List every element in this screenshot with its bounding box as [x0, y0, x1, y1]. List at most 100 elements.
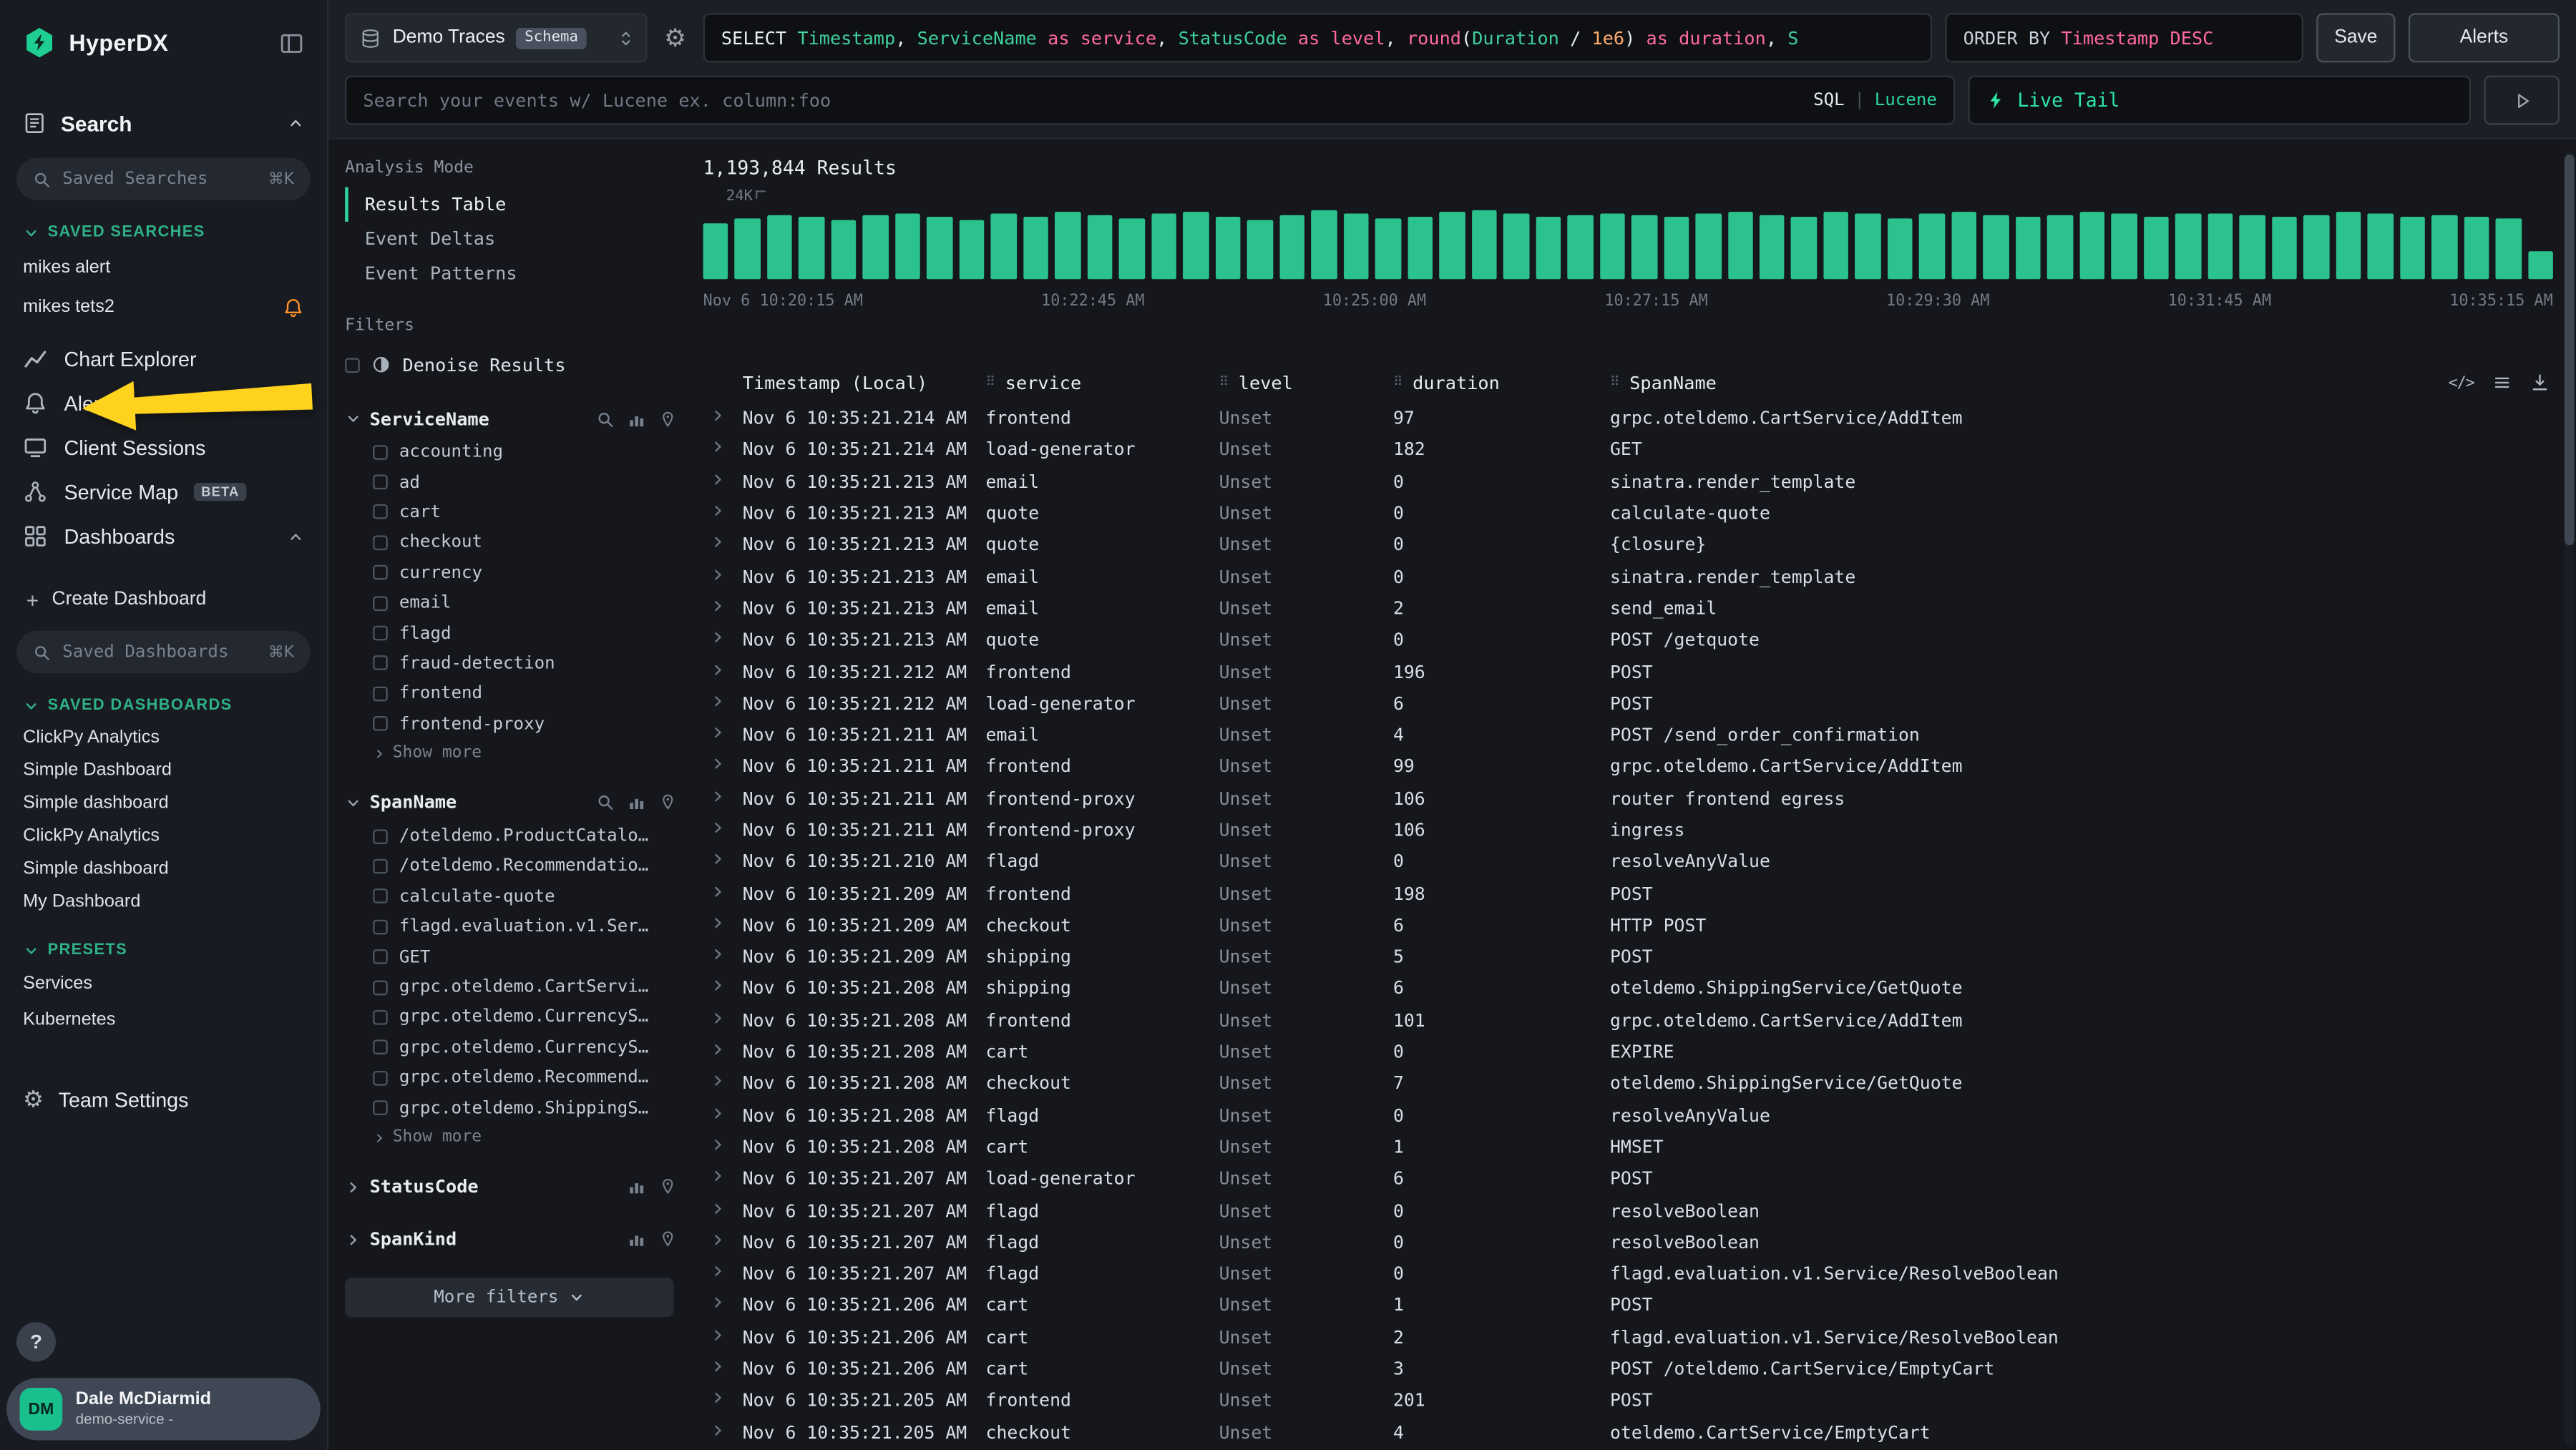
facet-value[interactable]: checkout: [345, 527, 677, 557]
analysis-mode-results-table[interactable]: Results Table: [345, 187, 677, 222]
checkbox[interactable]: [373, 565, 388, 580]
preset-item[interactable]: Kubernetes: [0, 1002, 327, 1039]
table-row[interactable]: Nov 6 10:35:21.211 AMfrontend-proxyUnset…: [703, 783, 2557, 814]
collapse-sidebar-icon[interactable]: [279, 30, 303, 54]
saved-dashboard-item[interactable]: Simple dashboard: [0, 853, 327, 886]
table-row[interactable]: Nov 6 10:35:21.208 AMcheckoutUnset7oteld…: [703, 1068, 2557, 1099]
histogram-bar[interactable]: [1823, 212, 1849, 279]
help-button[interactable]: ?: [16, 1322, 56, 1361]
table-row[interactable]: Nov 6 10:35:21.212 AMload-generatorUnset…: [703, 687, 2557, 719]
row-density-icon[interactable]: [2492, 373, 2512, 393]
table-row[interactable]: Nov 6 10:35:21.214 AMload-generatorUnset…: [703, 434, 2557, 466]
table-row[interactable]: Nov 6 10:35:21.207 AMflagdUnset0flagd.ev…: [703, 1258, 2557, 1290]
user-menu[interactable]: DM Dale McDiarmid demo-service -: [6, 1378, 321, 1440]
facet-value[interactable]: grpc.oteldemo.ShippingS…: [345, 1093, 677, 1123]
histogram-bar[interactable]: [1343, 214, 1369, 279]
histogram-bar[interactable]: [735, 219, 761, 280]
expand-row-icon[interactable]: [710, 408, 726, 424]
expand-row-icon[interactable]: [710, 439, 726, 456]
view-sql-icon[interactable]: </>: [2449, 373, 2474, 391]
table-row[interactable]: Nov 6 10:35:21.214 AMfrontendUnset97grpc…: [703, 403, 2557, 434]
histogram-bar[interactable]: [1727, 212, 1753, 279]
histogram-bar[interactable]: [2240, 215, 2265, 279]
histogram-bar[interactable]: [799, 217, 825, 280]
saved-search-item[interactable]: mikes tets2: [0, 288, 327, 327]
saved-searches-input[interactable]: ⌘K: [16, 157, 311, 200]
scrollbar[interactable]: [2565, 151, 2575, 1446]
column-header-service[interactable]: ⠿service: [986, 372, 1219, 393]
histogram-bar[interactable]: [1951, 211, 1977, 279]
presets-header[interactable]: PRESETS: [23, 941, 304, 959]
facet-value[interactable]: GET: [345, 942, 677, 972]
histogram-bar[interactable]: [1599, 213, 1625, 280]
chart-icon[interactable]: [628, 1230, 645, 1248]
drag-handle-icon[interactable]: ⠿: [1610, 376, 1619, 389]
show-more-link[interactable]: Show more: [345, 739, 677, 768]
saved-dashboards-field[interactable]: [62, 642, 257, 662]
histogram-bar[interactable]: [991, 214, 1017, 279]
drag-handle-icon[interactable]: ⠿: [986, 376, 995, 389]
histogram-bar[interactable]: [1440, 212, 1465, 279]
expand-row-icon[interactable]: [710, 661, 726, 677]
chart-icon[interactable]: [628, 1178, 645, 1196]
expand-row-icon[interactable]: [710, 883, 726, 899]
analysis-mode-event-patterns[interactable]: Event Patterns: [345, 256, 677, 290]
table-row[interactable]: Nov 6 10:35:21.210 AMflagdUnset0resolveA…: [703, 846, 2557, 878]
event-search-input[interactable]: SQL | Lucene: [345, 76, 1955, 125]
facet-value[interactable]: flagd: [345, 618, 677, 648]
facet-statuscode-header[interactable]: StatusCode: [345, 1169, 677, 1205]
source-selector[interactable]: Demo Traces Schema: [345, 13, 647, 62]
query-language-toggle[interactable]: SQL | Lucene: [1813, 90, 1937, 110]
sidebar-item-dashboards[interactable]: Dashboards: [0, 514, 327, 559]
checkbox[interactable]: [373, 656, 388, 671]
histogram-bar[interactable]: [895, 213, 921, 280]
expand-row-icon[interactable]: [710, 1390, 726, 1406]
table-row[interactable]: Nov 6 10:35:21.211 AMfrontendUnset99grpc…: [703, 751, 2557, 783]
chart-icon[interactable]: [628, 410, 645, 428]
pin-icon[interactable]: [659, 1178, 677, 1196]
histogram-bar[interactable]: [1119, 218, 1145, 279]
histogram-bar[interactable]: [2528, 250, 2554, 279]
column-header-level[interactable]: ⠿level: [1219, 372, 1393, 393]
checkbox[interactable]: [373, 859, 388, 874]
drag-handle-icon[interactable]: ⠿: [1393, 376, 1402, 389]
checkbox[interactable]: [373, 889, 388, 904]
histogram-bar[interactable]: [2175, 214, 2201, 279]
histogram-bar[interactable]: [1247, 220, 1273, 280]
histogram-bar[interactable]: [1664, 217, 1689, 280]
table-row[interactable]: Nov 6 10:35:21.213 AMquoteUnset0calculat…: [703, 497, 2557, 529]
histogram-bar[interactable]: [1631, 215, 1657, 279]
expand-row-icon[interactable]: [710, 756, 726, 773]
expand-row-icon[interactable]: [710, 1295, 726, 1311]
denoise-results-toggle[interactable]: Denoise Results: [345, 345, 677, 384]
table-row[interactable]: Nov 6 10:35:21.209 AMfrontendUnset198POS…: [703, 878, 2557, 909]
saved-dashboard-item[interactable]: Simple Dashboard: [0, 754, 327, 787]
facet-value[interactable]: currency: [345, 558, 677, 588]
expand-row-icon[interactable]: [710, 1009, 726, 1026]
saved-dashboard-item[interactable]: ClickPy Analytics: [0, 820, 327, 853]
checkbox[interactable]: [373, 716, 388, 731]
histogram-bar[interactable]: [1407, 216, 1433, 279]
download-icon[interactable]: [2530, 373, 2550, 393]
histogram-bar[interactable]: [2207, 213, 2233, 280]
table-row[interactable]: Nov 6 10:35:21.206 AMcartUnset1POST: [703, 1290, 2557, 1321]
histogram-bar[interactable]: [1792, 216, 1818, 279]
expand-row-icon[interactable]: [710, 1327, 726, 1343]
saved-dashboard-item[interactable]: My Dashboard: [0, 886, 327, 919]
expand-row-icon[interactable]: [710, 1232, 726, 1248]
expand-row-icon[interactable]: [710, 566, 726, 582]
pin-icon[interactable]: [659, 794, 677, 812]
chart-icon[interactable]: [628, 794, 645, 812]
scrollbar-thumb[interactable]: [2565, 155, 2575, 545]
lang-sql[interactable]: SQL: [1813, 90, 1845, 110]
column-header-duration[interactable]: ⠿duration: [1393, 372, 1610, 393]
histogram-bar[interactable]: [767, 215, 793, 279]
expand-row-icon[interactable]: [710, 1042, 726, 1058]
table-row[interactable]: Nov 6 10:35:21.207 AMload-generatorUnset…: [703, 1163, 2557, 1195]
facet-spankind-header[interactable]: SpanKind: [345, 1222, 677, 1258]
saved-searches-field[interactable]: [62, 169, 257, 189]
histogram-bar[interactable]: [1087, 216, 1113, 280]
histogram-bar[interactable]: [2048, 216, 2074, 280]
lang-lucene[interactable]: Lucene: [1875, 90, 1937, 110]
saved-dashboards-input[interactable]: ⌘K: [16, 631, 311, 674]
